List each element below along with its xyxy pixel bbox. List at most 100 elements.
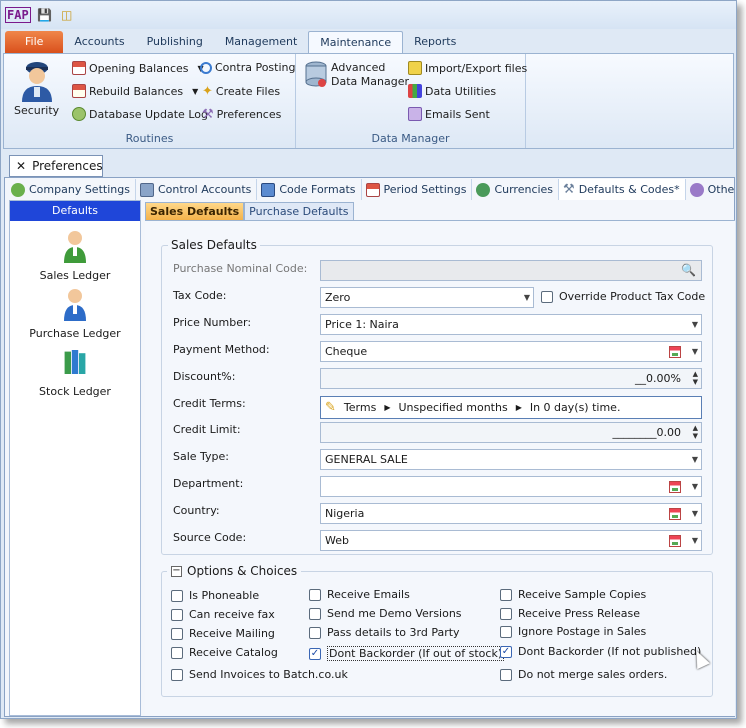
lookup-table-icon[interactable] <box>669 481 681 493</box>
tab-company-settings[interactable]: Company Settings <box>7 179 136 200</box>
pass-details-checkbox[interactable]: Pass details to 3rd Party <box>309 626 460 639</box>
close-icon[interactable]: ✕ <box>16 159 26 173</box>
quick-access-toolbar: FAP 💾 ◫ <box>1 1 736 29</box>
tab-currencies[interactable]: Currencies <box>472 179 560 200</box>
nav-stock-ledger[interactable]: Stock Ledger <box>10 345 140 398</box>
credit-terms-months[interactable]: Unspecified months <box>398 398 507 417</box>
ignore-postage-checkbox[interactable]: Ignore Postage in Sales <box>500 625 646 638</box>
code-icon <box>261 182 276 197</box>
checkbox-label: Send Invoices to Batch.co.uk <box>189 668 348 681</box>
checkbox-label: Receive Press Release <box>518 607 640 620</box>
tab-code-formats[interactable]: Code Formats <box>257 179 362 200</box>
group-data-manager: Advanced Data Manager Import/Export file… <box>296 54 527 148</box>
credit-terms-days[interactable]: In 0 day(s) time. <box>530 398 621 417</box>
send-demo-versions-checkbox[interactable]: Send me Demo Versions <box>309 607 462 620</box>
tab-publishing[interactable]: Publishing <box>136 31 214 53</box>
search-icon[interactable]: 🔍 <box>681 261 696 280</box>
database-icon[interactable]: ◫ <box>59 7 75 23</box>
checkbox-label: Is Phoneable <box>189 589 260 602</box>
tab-control-accounts[interactable]: Control Accounts <box>136 179 258 200</box>
data-utilities-label: Data Utilities <box>425 84 497 98</box>
save-icon[interactable]: 💾 <box>37 7 53 23</box>
tab-sales-defaults[interactable]: Sales Defaults <box>145 202 245 220</box>
discount-value: __0.00% <box>635 372 681 385</box>
credit-terms-field[interactable]: ✎ Terms ▶ Unspecified months ▶ In 0 day(… <box>320 396 702 419</box>
checkbox-checked: ✓ <box>309 647 321 660</box>
opening-balances-button[interactable]: Opening Balances ▼ <box>72 61 204 75</box>
tab-maintenance[interactable]: Maintenance <box>308 31 404 53</box>
country-select[interactable]: Nigeria ▼ <box>320 503 702 524</box>
contra-posting-button[interactable]: Contra Posting <box>200 61 295 74</box>
checkbox-box <box>171 646 183 659</box>
preferences-doc-tab[interactable]: ✕ Preferences <box>9 155 103 177</box>
lookup-table-icon[interactable] <box>669 346 681 358</box>
lookup-table-icon[interactable] <box>669 508 681 520</box>
send-invoices-batch-checkbox[interactable]: Send Invoices to Batch.co.uk <box>171 668 348 681</box>
tab-reports[interactable]: Reports <box>403 31 467 53</box>
chevron-down-icon: ▼ <box>691 455 698 464</box>
emails-sent-button[interactable]: Emails Sent <box>408 107 490 121</box>
price-number-select[interactable]: Price 1: Naira ▼ <box>320 314 702 335</box>
tab-defaults-codes[interactable]: ⚒ Defaults & Codes* <box>559 179 686 200</box>
source-code-label: Source Code: <box>173 531 247 544</box>
checkbox-label: Can receive fax <box>189 608 275 621</box>
source-code-select[interactable]: Web ▼ <box>320 530 702 551</box>
override-tax-checkbox[interactable]: Override Product Tax Code <box>541 290 705 303</box>
database-update-log-button[interactable]: Database Update Log <box>72 107 208 121</box>
rebuild-balances-button[interactable]: Rebuild Balances ▼ <box>72 84 198 98</box>
department-label: Department: <box>173 477 244 490</box>
tab-management[interactable]: Management <box>214 31 308 53</box>
spin-icon[interactable]: ▲ ▼ <box>693 370 698 386</box>
department-select[interactable]: ▼ <box>320 476 702 497</box>
can-receive-fax-checkbox[interactable]: Can receive fax <box>171 608 275 621</box>
data-utilities-button[interactable]: Data Utilities <box>408 84 496 98</box>
tab-label: Currencies <box>494 182 554 196</box>
credit-limit-field[interactable]: ________0.00 ▲ ▼ <box>320 422 702 443</box>
import-export-button[interactable]: Import/Export files <box>408 61 527 75</box>
wrench-icon: ⚒ <box>563 181 575 197</box>
receive-press-release-checkbox[interactable]: Receive Press Release <box>500 607 640 620</box>
currency-icon <box>476 182 491 197</box>
tab-label: Code Formats <box>279 182 356 196</box>
emails-icon <box>408 107 422 121</box>
security-button[interactable]: Security <box>14 58 59 117</box>
dont-backorder-published-checkbox[interactable]: ✓ Dont Backorder (If not published) <box>500 645 701 658</box>
create-files-button[interactable]: ✦ Create Files <box>202 84 280 99</box>
discount-field[interactable]: __0.00% ▲ ▼ <box>320 368 702 389</box>
tab-label: Defaults & Codes* <box>578 182 680 196</box>
tab-file[interactable]: File <box>5 31 64 53</box>
checkbox-label: Receive Catalog <box>189 646 278 659</box>
receive-mailing-checkbox[interactable]: Receive Mailing <box>171 627 275 640</box>
lookup-table-icon[interactable] <box>669 535 681 547</box>
tax-code-select[interactable]: Zero ▼ <box>320 287 534 308</box>
tab-period-settings[interactable]: Period Settings <box>362 179 473 200</box>
chevron-down-icon: ▼ <box>691 509 698 518</box>
purchase-nominal-code-field[interactable]: 🔍 <box>320 260 702 281</box>
rebuild-icon <box>72 84 86 98</box>
spin-icon[interactable]: ▲ ▼ <box>693 424 698 440</box>
checkbox-label: Dont Backorder (If out of stock) <box>327 646 505 661</box>
receive-catalog-checkbox[interactable]: Receive Catalog <box>171 646 278 659</box>
receive-sample-copies-checkbox[interactable]: Receive Sample Copies <box>500 588 646 601</box>
advanced-data-manager-button[interactable]: Advanced Data Manager <box>304 61 409 89</box>
checkbox-box <box>500 668 512 681</box>
preferences-button[interactable]: ⚒ Preferences <box>202 107 281 122</box>
payment-method-select[interactable]: Cheque ▼ <box>320 341 702 362</box>
credit-terms-terms[interactable]: Terms <box>344 398 376 417</box>
receive-emails-checkbox[interactable]: Receive Emails <box>309 588 410 601</box>
tab-label: Company Settings <box>29 182 130 196</box>
terms-icon: ✎ <box>325 400 336 415</box>
db-update-log-label: Database Update Log <box>89 107 208 121</box>
import-export-icon <box>408 61 422 75</box>
tab-purchase-defaults[interactable]: Purchase Defaults <box>244 202 354 220</box>
nav-purchase-ledger[interactable]: Purchase Ledger <box>10 287 140 340</box>
tab-other-preferences[interactable]: Other Prefe <box>686 179 735 200</box>
tab-label: Other Prefe <box>707 182 735 196</box>
sale-type-select[interactable]: GENERAL SALE ▼ <box>320 449 702 470</box>
nav-sales-ledger[interactable]: Sales Ledger <box>10 229 140 282</box>
do-not-merge-checkbox[interactable]: Do not merge sales orders. <box>500 668 667 681</box>
is-phoneable-checkbox[interactable]: Is Phoneable <box>171 589 259 602</box>
collapse-icon[interactable]: − <box>171 565 182 577</box>
dont-backorder-stock-checkbox[interactable]: ✓ Dont Backorder (If out of stock) <box>309 646 505 661</box>
tab-accounts[interactable]: Accounts <box>63 31 135 53</box>
